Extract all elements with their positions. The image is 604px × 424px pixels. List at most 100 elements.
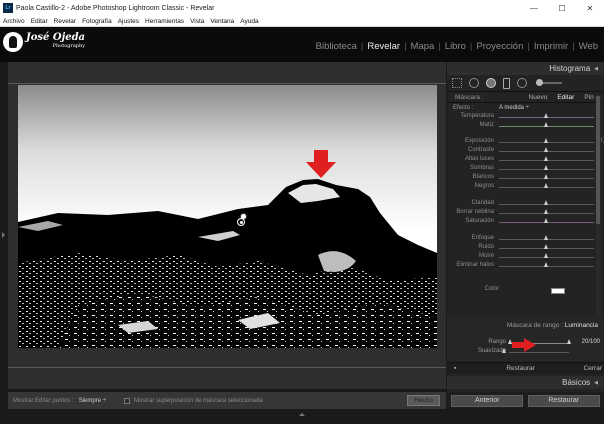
effect-slider-thumb[interactable] bbox=[544, 200, 548, 205]
module-proyeccion[interactable]: Proyección bbox=[472, 41, 527, 52]
basic-panel-header[interactable]: Básicos ◀ bbox=[447, 376, 604, 389]
close-mask-button[interactable]: Cerrar bbox=[584, 365, 602, 372]
viewport-guide-line bbox=[8, 83, 446, 84]
mask-edit-button[interactable]: Editar bbox=[557, 94, 574, 101]
effect-slider-thumb[interactable] bbox=[544, 183, 548, 188]
effect-slider-row: Borrar neblina bbox=[447, 208, 599, 217]
spot-removal-icon[interactable] bbox=[469, 78, 479, 88]
smoothness-slider-track[interactable] bbox=[509, 352, 569, 353]
mask-overlay-photo[interactable] bbox=[18, 85, 437, 348]
panel-scrollbar-thumb[interactable] bbox=[596, 96, 600, 224]
window-titlebar: Lr Paola Castillo-2 - Adobe Photoshop Li… bbox=[0, 0, 604, 16]
effect-slider-thumb[interactable] bbox=[544, 209, 548, 214]
luminance-mask-image bbox=[18, 85, 437, 348]
effect-slider-label: Eliminar halos bbox=[456, 262, 494, 268]
module-imprimir[interactable]: Imprimir bbox=[530, 41, 572, 52]
close-button[interactable]: ✕ bbox=[576, 4, 604, 13]
menu-ventana[interactable]: Ventana bbox=[207, 18, 237, 25]
effect-slider-thumb[interactable] bbox=[544, 122, 548, 127]
maximize-button[interactable]: ☐ bbox=[548, 4, 576, 13]
effect-slider-label: Moiré bbox=[478, 253, 494, 259]
module-web[interactable]: Web bbox=[575, 41, 602, 52]
effect-label: Efecto : bbox=[453, 105, 474, 111]
effect-slider-thumb[interactable] bbox=[544, 138, 548, 143]
effect-slider-row: Blancos bbox=[447, 173, 599, 182]
effect-slider-label: Contraste bbox=[467, 147, 494, 153]
module-biblioteca[interactable]: Biblioteca bbox=[312, 41, 361, 52]
red-right-arrow-icon bbox=[512, 338, 536, 352]
window-controls: — ☐ ✕ bbox=[520, 4, 604, 13]
module-mapa[interactable]: Mapa bbox=[407, 41, 439, 52]
effect-slider-thumb[interactable] bbox=[544, 174, 548, 179]
color-swatch[interactable] bbox=[551, 288, 565, 294]
minimize-button[interactable]: — bbox=[520, 4, 548, 13]
radial-filter-icon[interactable] bbox=[486, 78, 496, 88]
effect-slider-row: Altas luces bbox=[447, 155, 599, 164]
viewport-guide-line bbox=[8, 367, 446, 368]
restore-switch-icon[interactable]: ▪ bbox=[454, 365, 456, 372]
effect-slider-label: Blancos bbox=[472, 174, 494, 180]
menu-editar[interactable]: Editar bbox=[28, 18, 51, 25]
menu-bar: Archivo Editar Revelar Fotografía Ajuste… bbox=[0, 16, 604, 27]
color-label: Color bbox=[484, 286, 499, 292]
panel-end-buttons: Anterior Restaurar bbox=[447, 392, 604, 409]
range-mask-label: Máscara de rango : bbox=[506, 322, 563, 329]
range-mask-header: Máscara de rango : Luminancia bbox=[447, 322, 604, 329]
red-down-arrow-icon bbox=[306, 150, 336, 178]
effect-slider-thumb[interactable] bbox=[544, 262, 548, 267]
menu-herramientas[interactable]: Herramientas bbox=[142, 18, 187, 25]
effect-slider-row: Matiz bbox=[447, 121, 599, 130]
develop-toolbar: Mostrar Editar puntos : Siempre ÷ Mostra… bbox=[8, 392, 446, 409]
lightroom-app-icon: Lr bbox=[3, 3, 13, 13]
effect-slider-thumb[interactable] bbox=[544, 147, 548, 152]
expand-left-panel-icon[interactable] bbox=[2, 232, 5, 238]
restore-button[interactable]: Restaurar bbox=[506, 365, 535, 372]
module-revelar[interactable]: Revelar bbox=[363, 41, 404, 52]
image-viewport[interactable] bbox=[8, 62, 446, 389]
histogram-panel-header[interactable]: Histograma ◀ bbox=[447, 62, 604, 75]
effect-slider-row: Contraste bbox=[447, 146, 599, 155]
menu-ayuda[interactable]: Ayuda bbox=[237, 18, 261, 25]
effect-slider-thumb[interactable] bbox=[544, 253, 548, 258]
mask-brush-button[interactable]: Pin bbox=[584, 94, 593, 101]
effect-preset-select[interactable]: A medida ÷ bbox=[499, 105, 529, 111]
menu-vista[interactable]: Vista bbox=[187, 18, 207, 25]
range-label: Rango bbox=[488, 339, 506, 345]
crop-overlay-icon[interactable] bbox=[452, 78, 462, 88]
mask-pin-selected[interactable] bbox=[237, 218, 245, 226]
mask-new-button[interactable]: Nuevo bbox=[529, 94, 548, 101]
effect-slider-thumb[interactable] bbox=[544, 218, 548, 223]
adjustment-brush-slider[interactable] bbox=[536, 79, 562, 86]
menu-revelar[interactable]: Revelar bbox=[51, 18, 79, 25]
reset-button[interactable]: Restaurar bbox=[527, 394, 600, 407]
module-header: José Ojeda Photography Biblioteca | Reve… bbox=[0, 27, 604, 62]
range-slider-max-thumb[interactable] bbox=[567, 339, 571, 344]
collapse-triangle-icon[interactable]: ◀ bbox=[594, 66, 598, 72]
effect-slider-thumb[interactable] bbox=[544, 244, 548, 249]
red-eye-icon[interactable] bbox=[517, 78, 527, 88]
window-title: Paola Castillo-2 - Adobe Photoshop Light… bbox=[16, 4, 215, 12]
effect-slider-thumb[interactable] bbox=[544, 156, 548, 161]
previous-button[interactable]: Anterior bbox=[451, 394, 524, 407]
effect-slider-label: Enfoque bbox=[471, 235, 494, 241]
menu-ajustes[interactable]: Ajustes bbox=[115, 18, 142, 25]
menu-fotografia[interactable]: Fotografía bbox=[79, 18, 115, 25]
done-button[interactable]: Hecho bbox=[407, 395, 440, 406]
effect-slider-thumb[interactable] bbox=[544, 235, 548, 240]
module-libro[interactable]: Libro bbox=[441, 41, 470, 52]
module-picker: Biblioteca | Revelar | Mapa | Libro | Pr… bbox=[312, 41, 602, 52]
filmstrip-collapsed[interactable] bbox=[0, 409, 604, 424]
show-mask-overlay-checkbox[interactable] bbox=[124, 397, 131, 404]
effect-slider-thumb[interactable] bbox=[544, 113, 548, 118]
identity-plate: José Ojeda Photography bbox=[3, 32, 85, 52]
expand-filmstrip-icon[interactable] bbox=[299, 413, 305, 416]
graduated-filter-icon[interactable] bbox=[503, 77, 510, 89]
effect-slider-thumb[interactable] bbox=[544, 165, 548, 170]
left-panel-collapsed[interactable] bbox=[0, 62, 8, 389]
range-mask-type-select[interactable]: Luminancia bbox=[565, 322, 598, 329]
menu-archivo[interactable]: Archivo bbox=[0, 18, 28, 25]
effect-sliders-panel: Efecto : A medida ÷ Temperatura Matiz Expo… bbox=[447, 103, 604, 294]
smoothness-slider-thumb[interactable] bbox=[502, 348, 506, 353]
show-pins-select[interactable]: Siempre ÷ bbox=[79, 398, 106, 404]
collapse-triangle-icon[interactable]: ◀ bbox=[594, 380, 598, 386]
